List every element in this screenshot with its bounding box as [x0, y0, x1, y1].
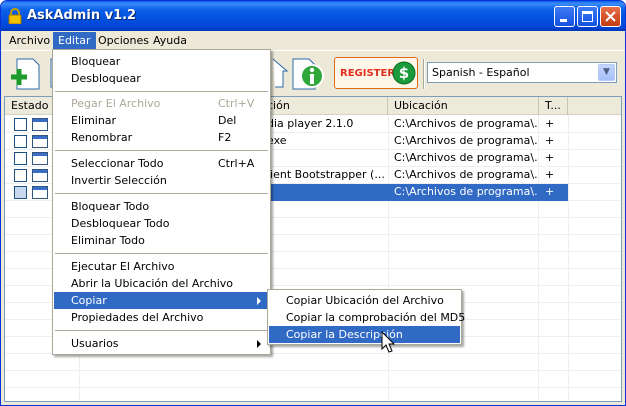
copiar-submenu: Copiar Ubicación del Archivo Copiar la c… [267, 289, 465, 345]
menu-opciones[interactable]: Opciones [93, 32, 154, 50]
menu-item-shortcut: Ctrl+A [218, 157, 255, 170]
menu-item-propiedades[interactable]: Propiedades del Archivo [54, 309, 269, 326]
add-file-icon[interactable] [9, 55, 45, 91]
menu-separator [55, 330, 268, 331]
row-description: lient Bootstrapper (... [267, 168, 385, 181]
menu-item-seleccionar-todo[interactable]: Seleccionar Todo Ctrl+A [54, 155, 269, 172]
menu-item-eliminar-todo[interactable]: Eliminar Todo [54, 232, 269, 249]
column-ubicacion[interactable]: Ubicación [388, 97, 539, 115]
register-button[interactable]: REGISTER $ [334, 57, 418, 89]
menu-archivo[interactable]: Archivo [4, 32, 55, 50]
grid-line [5, 370, 621, 371]
row-checkbox[interactable] [14, 135, 27, 148]
info-icon[interactable] [289, 55, 325, 91]
language-value: Spanish - Español [432, 66, 530, 79]
application-icon [32, 169, 48, 182]
menu-item-pegar[interactable]: Pegar El Archivo Ctrl+V [54, 95, 269, 112]
minimize-button[interactable] [554, 6, 575, 27]
menu-item-label: Usuarios [71, 337, 119, 350]
menu-item-label: Bloquear [71, 55, 121, 68]
menu-item-label: Propiedades del Archivo [71, 311, 204, 324]
row-checkbox[interactable] [14, 118, 27, 131]
menu-item-usuarios[interactable]: Usuarios [54, 335, 269, 352]
svg-text:$: $ [399, 64, 409, 82]
menu-bar: Archivo Editar Opciones Ayuda [1, 31, 625, 50]
menu-item-eliminar[interactable]: Eliminar Del [54, 112, 269, 129]
chevron-down-icon[interactable]: ▼ [598, 64, 615, 81]
row-location: C:\Archivos de programa\... [394, 134, 537, 147]
chevron-right-icon [257, 340, 261, 348]
menu-item-desbloquear[interactable]: Desbloquear [54, 70, 269, 87]
menu-item-shortcut: F2 [218, 131, 232, 144]
menu-item-renombrar[interactable]: Renombrar F2 [54, 129, 269, 146]
row-location: C:\Archivos de programa\... [394, 117, 537, 130]
menu-item-abrir-ubicacion[interactable]: Abrir la Ubicación del Archivo [54, 275, 269, 292]
menu-item-invertir-seleccion[interactable]: Invertir Selección [54, 172, 269, 189]
column-tipo[interactable]: T... [539, 97, 568, 115]
window-title: AskAdmin v1.2 [27, 8, 137, 23]
application-icon [32, 135, 48, 148]
menu-separator [55, 193, 268, 194]
row-checkbox[interactable] [14, 186, 27, 199]
application-icon [32, 152, 48, 165]
menu-item-copiar-ubicacion[interactable]: Copiar Ubicación del Archivo [269, 292, 460, 309]
menu-item-label: Eliminar Todo [71, 234, 145, 247]
application-icon [32, 118, 48, 131]
maximize-button[interactable] [577, 6, 598, 27]
editar-menu: Bloquear Desbloquear Pegar El Archivo Ctr… [52, 49, 271, 355]
menu-separator [55, 91, 268, 92]
row-description [267, 150, 385, 167]
menu-separator [55, 150, 268, 151]
row-checkbox[interactable] [14, 169, 27, 182]
menu-item-copiar-md5[interactable]: Copiar la comprobación del MD5 [269, 309, 465, 326]
mouse-pointer-icon [381, 331, 396, 353]
menu-item-bloquear-todo[interactable]: Bloquear Todo [54, 198, 269, 215]
menu-item-ejecutar[interactable]: Ejecutar El Archivo [54, 258, 269, 275]
menu-editar[interactable]: Editar [53, 32, 96, 50]
register-label: REGISTER [340, 68, 396, 79]
menu-item-label: Invertir Selección [71, 174, 167, 187]
menu-item-label: Eliminar [71, 114, 117, 127]
row-type: + [545, 151, 555, 164]
row-description: exe [267, 134, 287, 147]
menu-item-label: Seleccionar Todo [71, 157, 164, 170]
menu-item-bloquear[interactable]: Bloquear [54, 53, 269, 70]
menu-item-label: Desbloquear [71, 72, 141, 85]
row-checkbox[interactable] [14, 152, 27, 165]
row-location: C:\Archivos de programa\... [394, 151, 537, 164]
lock-icon [8, 8, 22, 24]
dollar-icon: $ [392, 61, 416, 85]
menu-item-label: Abrir la Ubicación del Archivo [71, 277, 234, 290]
menu-item-label: Bloquear Todo [71, 200, 150, 213]
menu-item-desbloquear-todo[interactable]: Desbloquear Todo [54, 215, 269, 232]
menu-item-copiar[interactable]: Copiar [54, 292, 269, 309]
row-description [267, 184, 385, 201]
menu-separator [55, 253, 268, 254]
toolbar-separator [423, 59, 425, 89]
menu-item-label: Pegar El Archivo [71, 97, 161, 110]
menu-item-label: Ejecutar El Archivo [71, 260, 175, 273]
chevron-right-icon [257, 297, 261, 305]
menu-item-label: Desbloquear Todo [71, 217, 170, 230]
menu-item-shortcut: Ctrl+V [218, 97, 255, 110]
menu-item-label: Renombrar [71, 131, 133, 144]
close-icon [605, 11, 616, 22]
menu-item-shortcut: Del [218, 114, 237, 127]
row-type: + [545, 134, 555, 147]
menu-item-copiar-descripcion[interactable]: Copiar la Descripción [269, 326, 460, 343]
row-description: dia player 2.1.0 [267, 117, 354, 130]
application-icon [32, 186, 48, 199]
grid-line [5, 387, 621, 388]
close-button[interactable] [600, 6, 621, 27]
row-type: + [545, 117, 555, 130]
title-bar[interactable]: AskAdmin v1.2 [1, 1, 625, 31]
language-select[interactable]: Spanish - Español ▼ [427, 62, 617, 83]
row-location: C:\Archivos de programa\... [394, 168, 537, 181]
menu-item-label: Copiar [71, 294, 107, 307]
row-type: + [545, 168, 555, 181]
menu-ayuda[interactable]: Ayuda [148, 32, 192, 50]
row-location: C:\Archivos de programa\... [394, 185, 537, 198]
row-type: + [545, 185, 555, 198]
